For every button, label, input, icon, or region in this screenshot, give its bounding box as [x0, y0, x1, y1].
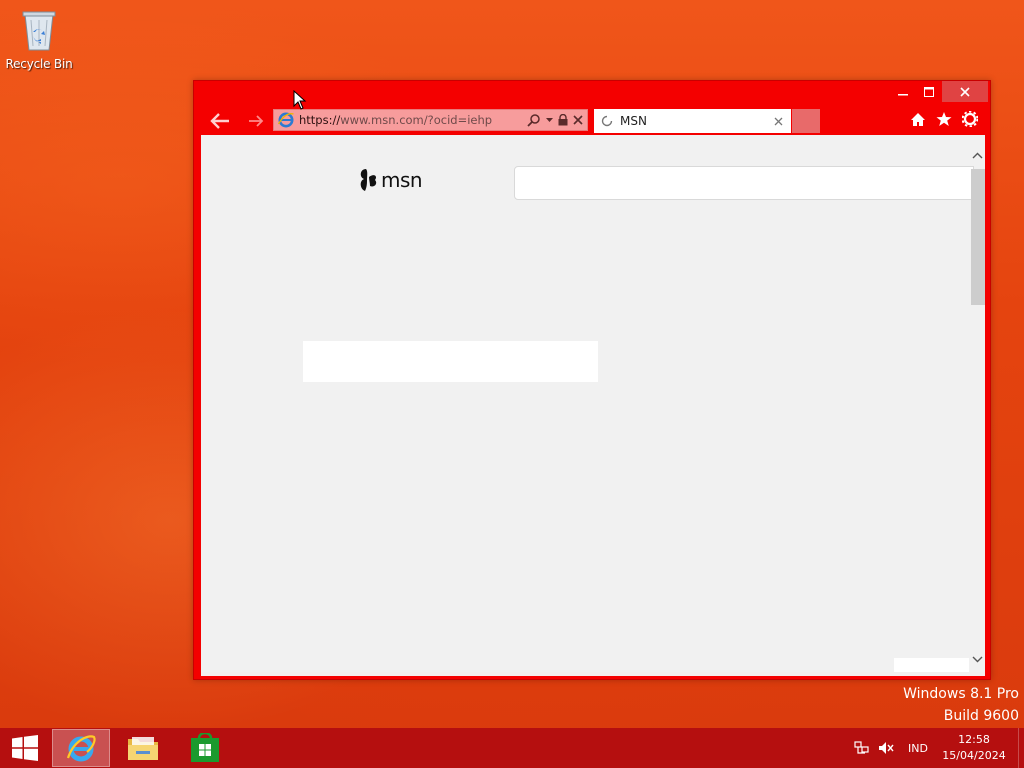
tab-msn[interactable]: MSN — [594, 109, 791, 133]
feedback-placeholder[interactable] — [894, 658, 969, 672]
close-window-button[interactable] — [942, 81, 988, 102]
msn-wordmark: msn — [381, 168, 423, 192]
forward-arrow-icon — [249, 115, 264, 127]
browser-window: https://www.msn.com/?ocid=iehp MSN msn — [193, 80, 991, 680]
network-tray-button[interactable] — [850, 728, 874, 768]
network-icon — [854, 741, 869, 754]
scroll-down-button[interactable] — [969, 651, 985, 667]
windows-watermark: Windows 8.1 Pro Build 9600 — [903, 683, 1019, 727]
watermark-edition: Windows 8.1 Pro — [903, 686, 1019, 702]
msn-butterfly-icon — [360, 169, 377, 191]
maximize-icon — [924, 86, 934, 97]
chevron-down-icon — [972, 656, 982, 662]
taskbar: IND 12:58 15/04/2024 — [0, 728, 1024, 768]
status-strip — [201, 672, 985, 676]
vertical-scrollbar[interactable] — [969, 147, 985, 662]
volume-tray-button[interactable] — [874, 728, 898, 768]
web-page-viewport[interactable]: msn — [201, 135, 985, 672]
msn-search-input[interactable] — [514, 166, 974, 200]
taskbar-store[interactable] — [176, 729, 234, 767]
settings-button[interactable] — [962, 110, 978, 128]
taskbar-internet-explorer[interactable] — [52, 729, 110, 767]
clock-time: 12:58 — [958, 733, 990, 746]
back-arrow-icon — [210, 113, 229, 129]
system-tray: IND 12:58 15/04/2024 — [850, 728, 1024, 768]
ie-page-icon — [277, 112, 294, 128]
scroll-up-button[interactable] — [969, 147, 985, 163]
address-bar[interactable]: https://www.msn.com/?ocid=iehp — [273, 109, 588, 131]
file-explorer-icon — [128, 737, 158, 760]
address-url-rest: /?ocid=iehp — [423, 113, 493, 127]
desktop-icon-recycle-bin[interactable]: Recycle Bin — [5, 6, 73, 78]
content-placeholder-card — [303, 341, 598, 382]
close-icon — [774, 117, 782, 125]
browser-right-tools — [910, 110, 978, 128]
taskbar-file-explorer[interactable] — [114, 729, 172, 767]
address-url-prefix: https:// — [299, 113, 341, 127]
home-icon — [911, 112, 925, 126]
search-button[interactable] — [527, 113, 541, 127]
scroll-thumb[interactable] — [971, 169, 985, 305]
desktop-icon-label: Recycle Bin — [5, 57, 73, 71]
star-icon — [936, 112, 952, 126]
search-icon — [527, 114, 540, 127]
volume-muted-icon — [879, 742, 894, 754]
maximize-button[interactable] — [916, 81, 942, 102]
forward-button[interactable] — [242, 109, 270, 133]
stop-button[interactable] — [573, 115, 583, 125]
close-tab-button[interactable] — [771, 114, 785, 128]
clock-date: 15/04/2024 — [942, 749, 1006, 762]
address-url-host: www.msn.com — [340, 113, 424, 127]
mouse-cursor-icon — [293, 90, 307, 110]
input-language-indicator[interactable]: IND — [908, 742, 928, 755]
security-lock[interactable] — [558, 114, 568, 126]
loading-spinner-icon — [601, 115, 613, 127]
address-url[interactable]: https://www.msn.com/?ocid=iehp — [299, 113, 527, 127]
msn-logo[interactable]: msn — [357, 167, 423, 193]
close-icon — [573, 115, 583, 125]
address-dropdown-button[interactable] — [546, 117, 553, 123]
window-caption-buttons — [890, 81, 988, 102]
windows-logo-icon — [12, 735, 38, 761]
home-button[interactable] — [910, 110, 926, 128]
back-button[interactable] — [206, 109, 234, 133]
close-icon — [960, 86, 970, 97]
store-icon — [191, 733, 219, 762]
internet-explorer-icon — [66, 735, 96, 762]
start-button[interactable] — [4, 728, 46, 768]
favorites-button[interactable] — [936, 110, 952, 128]
chevron-down-icon — [546, 117, 553, 122]
recycle-bin-icon — [22, 11, 56, 51]
taskbar-clock[interactable]: 12:58 15/04/2024 — [942, 732, 1006, 764]
chevron-up-icon — [972, 152, 982, 158]
lock-icon — [558, 114, 568, 126]
minimize-icon — [898, 93, 908, 95]
watermark-build: Build 9600 — [943, 708, 1019, 724]
address-bar-tools — [527, 113, 583, 127]
new-tab-button[interactable] — [792, 109, 820, 133]
minimize-button[interactable] — [890, 81, 916, 102]
browser-navigation-bar: https://www.msn.com/?ocid=iehp MSN — [194, 107, 990, 135]
show-desktop-button[interactable] — [1018, 728, 1024, 768]
gear-icon — [962, 111, 978, 127]
tab-title: MSN — [620, 114, 647, 128]
